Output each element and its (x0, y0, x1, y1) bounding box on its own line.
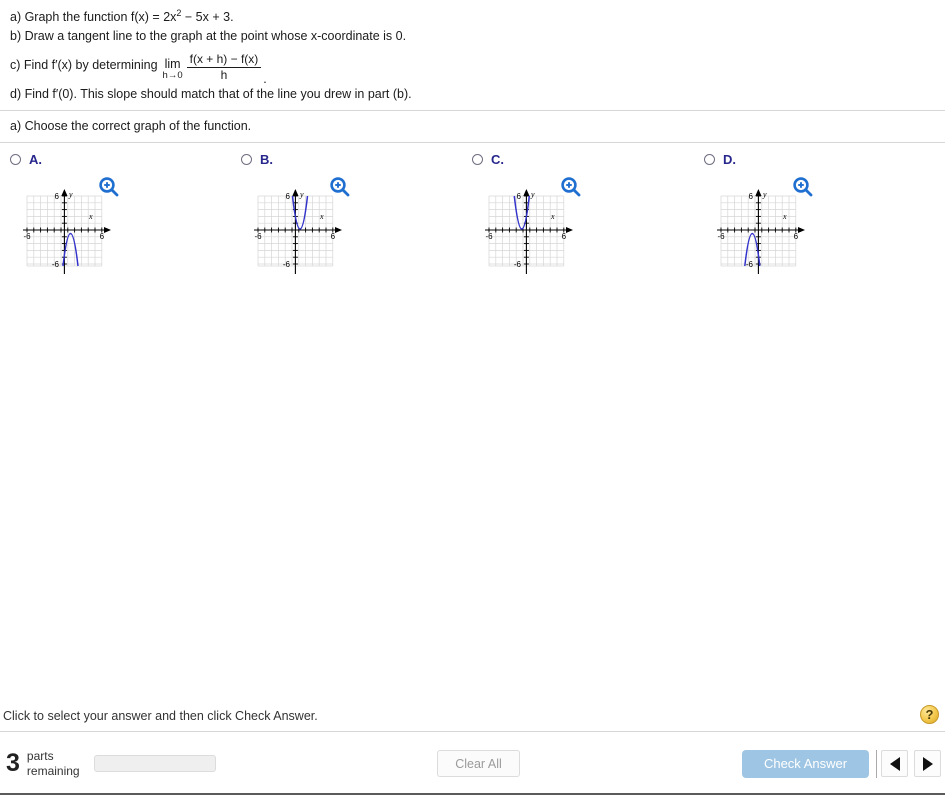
choice-a[interactable]: A. 6 -6 -6 6 y x (10, 143, 242, 276)
svg-text:x: x (319, 212, 324, 221)
check-answer-button[interactable]: Check Answer (742, 749, 869, 778)
choice-a-letter: A. (29, 151, 42, 167)
next-part-button[interactable] (914, 750, 941, 777)
choice-b-header[interactable]: B. (241, 143, 473, 170)
choice-d-letter: D. (723, 151, 736, 167)
svg-text:-6: -6 (746, 260, 754, 269)
problem-line-b: b) Draw a tangent line to the graph at t… (10, 29, 407, 44)
choice-a-graph-area[interactable]: 6 -6 -6 6 y x (10, 176, 242, 276)
limit-subscript: h→0 (162, 70, 183, 82)
svg-text:x: x (550, 212, 555, 221)
instruction-text: Click to select your answer and then cli… (3, 709, 318, 723)
graph-a[interactable]: 6 -6 -6 6 y x (23, 186, 115, 277)
problem-line-a-tail: − 5x + 3. (181, 10, 234, 24)
choice-d-header[interactable]: D. (704, 143, 936, 170)
svg-text:-6: -6 (514, 260, 522, 269)
problem-line-a: a) Graph the function f(x) = 2x2 − 5x + … (10, 8, 935, 27)
svg-text:6: 6 (749, 192, 754, 201)
problem-statement: a) Graph the function f(x) = 2x2 − 5x + … (0, 0, 945, 112)
choice-c-graph-area[interactable]: 6 -6 -6 6 y x (472, 176, 704, 276)
choice-c-header[interactable]: C. (472, 143, 704, 170)
triangle-left-icon (889, 756, 900, 771)
fraction-denominator: h (220, 68, 228, 83)
svg-text:6: 6 (55, 192, 60, 201)
fraction-numerator: f(x + h) − f(x) (189, 52, 259, 67)
svg-text:6: 6 (331, 232, 336, 241)
svg-text:-6: -6 (254, 232, 262, 241)
svg-text:y: y (68, 190, 73, 199)
radio-choice-a[interactable] (10, 153, 21, 165)
graph-c[interactable]: 6 -6 -6 6 y x (485, 186, 577, 277)
choice-b-graph-area[interactable]: 6 -6 -6 6 y x (241, 176, 473, 276)
choice-c-letter: C. (491, 151, 504, 167)
svg-text:x: x (88, 212, 93, 221)
part-a-prompt: a) Choose the correct graph of the funct… (0, 111, 945, 144)
problem-line-d: d) Find f′(0). This slope should match t… (10, 86, 412, 101)
choice-d[interactable]: D. 6 -6 -6 6 y x (704, 143, 936, 276)
help-icon[interactable]: ? (920, 705, 939, 724)
svg-text:y: y (530, 190, 535, 199)
difference-quotient: f(x + h) − f(x) h . (186, 52, 267, 86)
problem-line-c-text: c) Find f′(x) by determining (10, 58, 158, 73)
parts-label-line2: remaining (26, 763, 80, 778)
choice-c[interactable]: C. 6 -6 -6 6 y x (472, 143, 704, 276)
fraction: f(x + h) − f(x) h (186, 52, 262, 83)
svg-text:x: x (782, 212, 787, 221)
radio-choice-c[interactable] (472, 153, 483, 165)
svg-text:6: 6 (100, 232, 105, 241)
answer-choices: A. 6 -6 -6 6 y x B. 6 -6 -6 6 y x C. 6 -… (0, 143, 945, 623)
parts-remaining-count: 3 (6, 749, 20, 777)
svg-text:-6: -6 (23, 232, 31, 241)
problem-line-a-text: a) Graph the function f(x) = 2x (10, 10, 177, 24)
previous-part-button[interactable] (881, 750, 908, 777)
triangle-right-icon (922, 756, 933, 771)
instruction-bar: Click to select your answer and then cli… (0, 701, 945, 732)
parts-remaining-label: parts remaining (27, 749, 80, 777)
choice-a-header[interactable]: A. (10, 143, 242, 170)
svg-text:-6: -6 (485, 232, 493, 241)
graph-d[interactable]: 6 -6 -6 6 y x (717, 186, 809, 277)
svg-text:6: 6 (562, 232, 567, 241)
graph-b[interactable]: 6 -6 -6 6 y x (254, 186, 346, 277)
choice-b-letter: B. (260, 151, 273, 167)
toolbar-divider (876, 749, 877, 778)
svg-text:y: y (299, 190, 304, 199)
toolbar: 3 parts remaining Clear All Check Answer (0, 733, 945, 795)
radio-choice-b[interactable] (241, 153, 252, 165)
svg-text:-6: -6 (52, 260, 60, 269)
svg-text:-6: -6 (717, 232, 725, 241)
svg-text:6: 6 (517, 192, 522, 201)
clear-all-button[interactable]: Clear All (437, 750, 520, 777)
progress-bar[interactable] (93, 755, 216, 772)
svg-text:6: 6 (794, 232, 799, 241)
radio-choice-d[interactable] (704, 153, 715, 165)
svg-text:6: 6 (286, 192, 291, 201)
choice-b[interactable]: B. 6 -6 -6 6 y x (241, 143, 473, 276)
limit-operator: lim h→0 (163, 58, 183, 81)
choice-d-graph-area[interactable]: 6 -6 -6 6 y x (704, 176, 936, 276)
svg-text:y: y (762, 190, 767, 199)
parts-label-line1: parts (26, 749, 54, 764)
sentence-period: . (263, 72, 267, 87)
problem-line-c: c) Find f′(x) by determining lim h→0 f(x… (10, 48, 935, 86)
svg-text:-6: -6 (283, 260, 291, 269)
